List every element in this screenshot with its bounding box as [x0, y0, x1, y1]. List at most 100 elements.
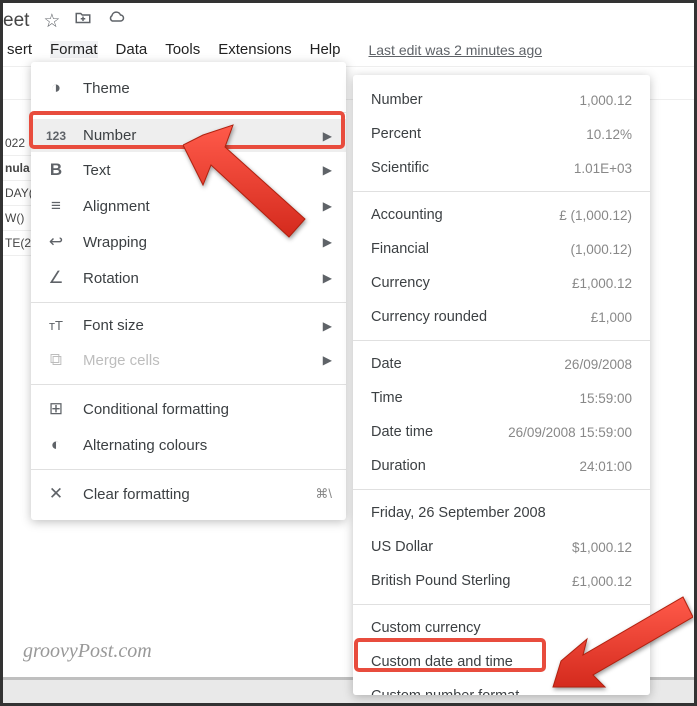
submenu-item-scientific[interactable]: Scientific 1.01E+03: [353, 151, 650, 185]
number-submenu: Number 1,000.12 Percent 10.12% Scientifi…: [353, 75, 650, 695]
submenu-item-custom-number[interactable]: Custom number format: [353, 679, 650, 695]
submenu-example: 26/09/2008 15:59:00: [508, 425, 632, 440]
submenu-label: Currency: [371, 275, 430, 291]
submenu-label: Custom date and time: [371, 654, 513, 670]
submenu-example: (1,000.12): [570, 242, 632, 257]
menu-label: Alternating colours: [83, 437, 207, 454]
submenu-example: £1,000.12: [572, 276, 632, 291]
menu-label: Merge cells: [83, 352, 160, 369]
submenu-item-custom-currency[interactable]: Custom currency: [353, 611, 650, 645]
menu-item-theme[interactable]: ◑ Theme: [31, 70, 346, 106]
submenu-item-datetime[interactable]: Date time 26/09/2008 15:59:00: [353, 415, 650, 449]
submenu-example: 1.01E+03: [574, 161, 632, 176]
menu-item-clear-formatting[interactable]: ✕ Clear formatting ⌘\: [31, 476, 346, 512]
submenu-arrow-icon: ▶: [323, 235, 332, 249]
menu-data[interactable]: Data: [116, 41, 148, 58]
submenu-label: US Dollar: [371, 539, 433, 555]
menu-label: Number: [83, 127, 136, 144]
star-icon[interactable]: ☆: [43, 10, 60, 33]
menu-help[interactable]: Help: [310, 41, 341, 58]
menu-format[interactable]: Format: [50, 41, 98, 58]
menu-label: Rotation: [83, 270, 139, 287]
submenu-example: £1,000.12: [572, 574, 632, 589]
submenu-label: Time: [371, 390, 403, 406]
menu-item-font-size[interactable]: тT Font size ▶: [31, 309, 346, 342]
submenu-example: 10.12%: [586, 127, 632, 142]
submenu-item-financial[interactable]: Financial (1,000.12): [353, 232, 650, 266]
submenu-arrow-icon: ▶: [323, 129, 332, 143]
submenu-item-currency[interactable]: Currency £1,000.12: [353, 266, 650, 300]
submenu-label: Percent: [371, 126, 421, 142]
menu-insert[interactable]: sert: [7, 41, 32, 58]
menu-label: Text: [83, 162, 111, 179]
menu-item-number[interactable]: 123 Number ▶: [31, 119, 346, 152]
submenu-item-long-date[interactable]: Friday, 26 September 2008: [353, 496, 650, 530]
wrap-icon: ↩: [45, 232, 67, 252]
menu-item-rotation[interactable]: ∠ Rotation ▶: [31, 260, 346, 296]
submenu-item-duration[interactable]: Duration 24:01:00: [353, 449, 650, 483]
number-icon: 123: [45, 129, 67, 143]
submenu-arrow-icon: ▶: [323, 353, 332, 367]
submenu-example: 24:01:00: [579, 459, 632, 474]
submenu-arrow-icon: ▶: [323, 271, 332, 285]
menu-item-alternating-colours[interactable]: ◐ Alternating colours: [31, 427, 346, 463]
menu-label: Font size: [83, 317, 144, 334]
submenu-example: 26/09/2008: [564, 357, 632, 372]
font-size-icon: тT: [45, 318, 67, 333]
submenu-example: 15:59:00: [579, 391, 632, 406]
submenu-label: Financial: [371, 241, 429, 257]
conditional-icon: ⊞: [45, 399, 67, 419]
submenu-label: Duration: [371, 458, 426, 474]
submenu-label: Friday, 26 September 2008: [371, 505, 546, 521]
move-folder-icon[interactable]: [74, 9, 92, 33]
menu-tools[interactable]: Tools: [165, 41, 200, 58]
submenu-item-accounting[interactable]: Accounting £ (1,000.12): [353, 198, 650, 232]
submenu-item-time[interactable]: Time 15:59:00: [353, 381, 650, 415]
submenu-example: $1,000.12: [572, 540, 632, 555]
menu-item-wrapping[interactable]: ↩ Wrapping ▶: [31, 224, 346, 260]
menu-item-conditional-formatting[interactable]: ⊞ Conditional formatting: [31, 391, 346, 427]
watermark: groovyPost.com: [23, 640, 152, 663]
submenu-item-currency-rounded[interactable]: Currency rounded £1,000: [353, 300, 650, 334]
last-edit-link[interactable]: Last edit was 2 minutes ago: [368, 42, 542, 58]
clear-format-icon: ✕: [45, 484, 67, 504]
submenu-label: Scientific: [371, 160, 429, 176]
submenu-item-number[interactable]: Number 1,000.12: [353, 83, 650, 117]
titlebar: eet ☆: [3, 3, 694, 37]
menu-item-merge-cells: ⧉ Merge cells ▶: [31, 342, 346, 378]
submenu-label: Custom number format: [371, 688, 519, 695]
submenu-label: British Pound Sterling: [371, 573, 510, 589]
submenu-item-percent[interactable]: Percent 10.12%: [353, 117, 650, 151]
bold-icon: B: [45, 160, 67, 180]
theme-icon: ◑: [45, 78, 67, 98]
submenu-arrow-icon: ▶: [323, 199, 332, 213]
submenu-item-custom-datetime[interactable]: Custom date and time: [353, 645, 650, 679]
submenu-label: Accounting: [371, 207, 443, 223]
menu-label: Clear formatting: [83, 486, 190, 503]
submenu-example: £1,000: [591, 310, 632, 325]
menu-item-text[interactable]: B Text ▶: [31, 152, 346, 188]
submenu-item-gbp[interactable]: British Pound Sterling £1,000.12: [353, 564, 650, 598]
menu-label: Conditional formatting: [83, 401, 229, 418]
submenu-label: Date time: [371, 424, 433, 440]
menu-extensions[interactable]: Extensions: [218, 41, 291, 58]
merge-icon: ⧉: [45, 350, 67, 370]
doc-title-fragment[interactable]: eet: [3, 10, 29, 32]
submenu-label: Custom currency: [371, 620, 481, 636]
submenu-arrow-icon: ▶: [323, 319, 332, 333]
submenu-item-us-dollar[interactable]: US Dollar $1,000.12: [353, 530, 650, 564]
submenu-label: Date: [371, 356, 402, 372]
submenu-label: Currency rounded: [371, 309, 487, 325]
menu-item-alignment[interactable]: ≡ Alignment ▶: [31, 188, 346, 224]
keyboard-shortcut: ⌘\: [315, 486, 332, 502]
submenu-label: Number: [371, 92, 423, 108]
menu-label: Wrapping: [83, 234, 147, 251]
cloud-status-icon[interactable]: [106, 9, 126, 33]
submenu-item-date[interactable]: Date 26/09/2008: [353, 347, 650, 381]
submenu-example: £ (1,000.12): [559, 208, 632, 223]
alternating-icon: ◐: [45, 435, 67, 455]
submenu-arrow-icon: ▶: [323, 163, 332, 177]
format-dropdown: ◑ Theme 123 Number ▶ B Text ▶ ≡ Alignmen…: [31, 62, 346, 520]
rotation-icon: ∠: [45, 268, 67, 288]
menu-label: Theme: [83, 80, 130, 97]
